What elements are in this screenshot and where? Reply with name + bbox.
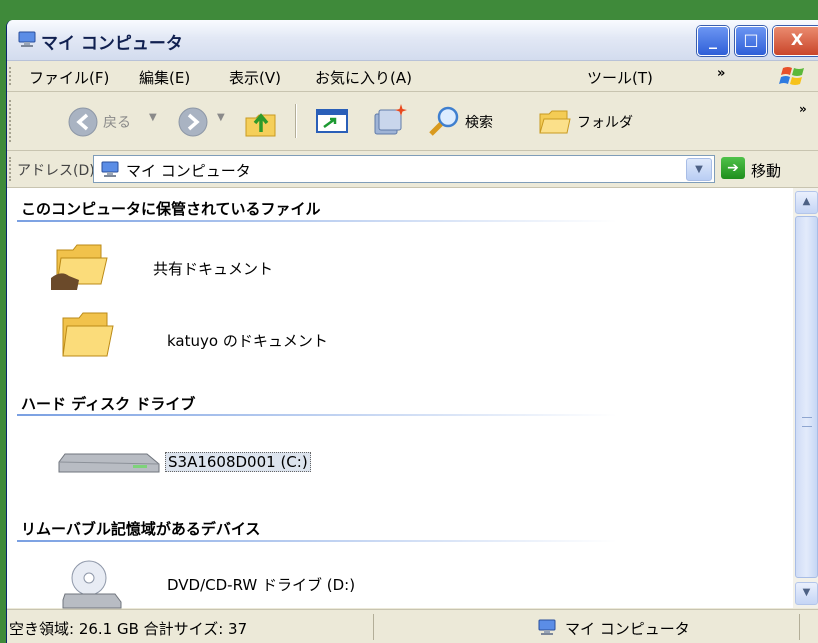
- menu-overflow-chevron-icon[interactable]: »: [717, 66, 725, 81]
- toolbar-grip[interactable]: [9, 100, 14, 142]
- file-list-pane[interactable]: このコンピュータに保管されているファイル 共有ドキュメント katuyo のドキ…: [7, 188, 793, 610]
- menu-edit[interactable]: 編集(E): [139, 67, 190, 88]
- menu-view[interactable]: 表示(V): [229, 67, 281, 88]
- search-magnifier-icon[interactable]: [427, 104, 461, 138]
- dvd-drive-icon[interactable]: [61, 558, 123, 610]
- group-divider: [17, 414, 617, 416]
- menu-grip[interactable]: [9, 67, 14, 85]
- address-dropdown-icon[interactable]: ▼: [686, 158, 712, 181]
- hard-drive-icon[interactable]: [55, 444, 163, 480]
- group-divider: [17, 540, 617, 542]
- scroll-down-icon[interactable]: ▼: [795, 582, 818, 605]
- standard-toolbar: 戻る ▼ ▼ 検索 フォルダ »: [7, 92, 818, 151]
- menu-file[interactable]: ファイル(F): [29, 67, 109, 88]
- status-free-space: 空き領域: 26.1 GB 合計サイズ: 37: [9, 620, 248, 638]
- group-heading-hard-drives: ハード ディスク ドライブ: [21, 395, 196, 413]
- status-divider: [373, 614, 374, 640]
- item-drive-c[interactable]: S3A1608D001 (C:): [165, 452, 311, 472]
- back-button-label[interactable]: 戻る: [103, 112, 131, 132]
- address-grip[interactable]: [9, 157, 14, 181]
- toolbar-overflow-chevron-icon[interactable]: »: [799, 102, 807, 116]
- user-folder-icon[interactable]: [57, 308, 115, 362]
- group-heading-removable: リムーバブル記憶域があるデバイス: [21, 520, 261, 538]
- item-shared-documents[interactable]: 共有ドキュメント: [153, 258, 273, 279]
- scroll-thumb[interactable]: [795, 216, 818, 578]
- title-bar[interactable]: マイ コンピュータ _ □ X: [7, 20, 818, 61]
- menu-favorites[interactable]: お気に入り(A): [315, 67, 412, 88]
- group-divider: [17, 220, 617, 222]
- shared-folder-icon[interactable]: [51, 240, 109, 294]
- go-arrow-icon[interactable]: ➔: [721, 157, 745, 179]
- group-heading-stored-files: このコンピュータに保管されているファイル: [21, 200, 321, 218]
- vertical-scrollbar[interactable]: ▲ ▼: [793, 188, 818, 608]
- forward-dropdown-icon[interactable]: ▼: [217, 112, 225, 123]
- forward-arrow-icon[interactable]: [177, 106, 209, 138]
- address-bar: アドレス(D) マイ コンピュータ ▼ ➔ 移動: [7, 151, 818, 188]
- explorer-window: マイ コンピュータ _ □ X ファイル(F) 編集(E) 表示(V) お気に入…: [6, 20, 818, 643]
- address-value[interactable]: マイ コンピュータ: [126, 160, 251, 181]
- item-dvd-drive[interactable]: DVD/CD-RW ドライブ (D:): [167, 574, 355, 595]
- up-folder-icon[interactable]: [243, 104, 279, 140]
- new-folder-sparkle-icon[interactable]: [371, 102, 409, 138]
- address-label: アドレス(D): [17, 163, 95, 179]
- minimize-button[interactable]: _: [697, 26, 729, 56]
- my-computer-icon: [101, 161, 119, 177]
- folders-button-label[interactable]: フォルダ: [577, 112, 633, 132]
- scroll-grip: [802, 417, 812, 427]
- search-button-label[interactable]: 検索: [465, 112, 493, 132]
- status-bar: 空き領域: 26.1 GB 合計サイズ: 37 マイ コンピュータ: [7, 609, 818, 643]
- go-button-label[interactable]: 移動: [751, 160, 781, 181]
- sync-window-icon[interactable]: [315, 107, 349, 135]
- maximize-button[interactable]: □: [735, 26, 767, 56]
- folders-icon[interactable]: [537, 104, 573, 138]
- menu-tools[interactable]: ツール(T): [587, 67, 653, 88]
- address-input[interactable]: マイ コンピュータ ▼: [93, 155, 715, 183]
- toolbar-separator: [295, 104, 297, 138]
- scroll-up-icon[interactable]: ▲: [795, 191, 818, 214]
- back-arrow-icon[interactable]: [67, 106, 99, 138]
- menu-bar: ファイル(F) 編集(E) 表示(V) お気に入り(A) ツール(T) »: [7, 61, 818, 92]
- my-computer-icon: [538, 619, 556, 635]
- windows-logo-icon: [779, 67, 804, 85]
- status-divider: [799, 614, 800, 640]
- status-location: マイ コンピュータ: [565, 620, 690, 638]
- back-dropdown-icon[interactable]: ▼: [149, 112, 157, 123]
- close-button[interactable]: X: [773, 26, 818, 56]
- window-title: マイ コンピュータ: [41, 34, 183, 54]
- item-user-documents[interactable]: katuyo のドキュメント: [167, 330, 328, 351]
- my-computer-icon: [18, 31, 36, 47]
